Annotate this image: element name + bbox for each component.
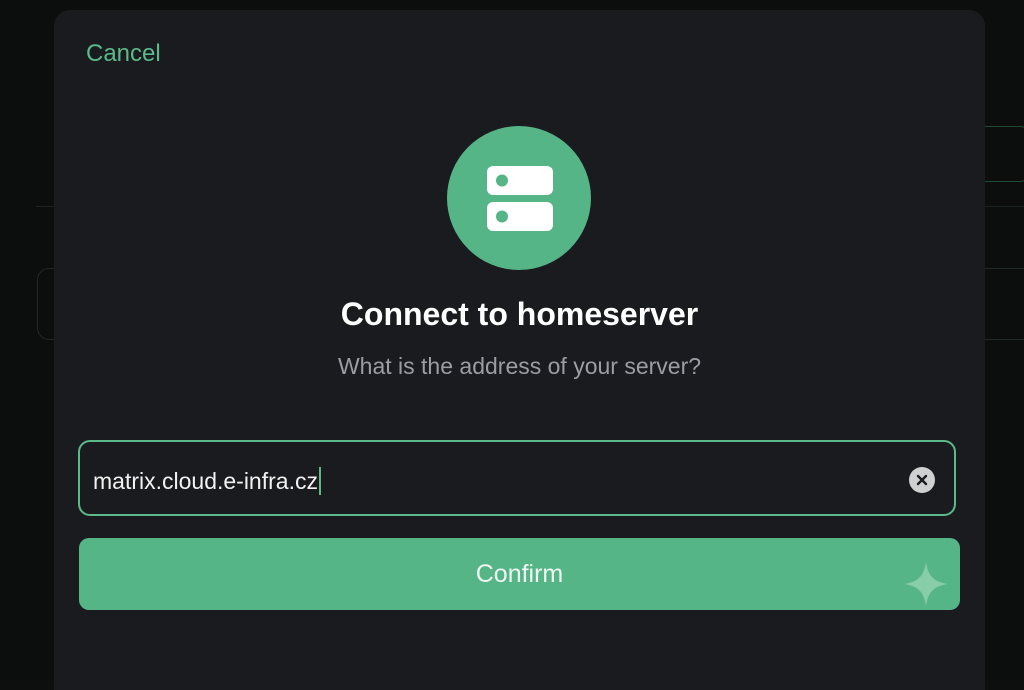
sparkle-icon	[904, 562, 948, 606]
dialog-subtitle: What is the address of your server?	[337, 353, 702, 379]
clear-input-button[interactable]	[909, 467, 935, 493]
server-address-value[interactable]: matrix.cloud.e-infra.cz	[93, 467, 321, 495]
server-icon	[487, 166, 553, 231]
server-badge	[447, 126, 591, 270]
server-address-input[interactable]: matrix.cloud.e-infra.cz	[78, 440, 956, 516]
clear-icon	[916, 474, 928, 486]
confirm-button[interactable]: Confirm	[79, 538, 960, 610]
connect-homeserver-sheet: Cancel Connect to homeserver What is the…	[54, 10, 985, 690]
server-address-text: matrix.cloud.e-infra.cz	[93, 468, 318, 494]
text-caret	[318, 467, 321, 495]
dialog-title: Connect to homeserver	[340, 296, 699, 332]
cancel-button[interactable]: Cancel	[86, 40, 161, 68]
